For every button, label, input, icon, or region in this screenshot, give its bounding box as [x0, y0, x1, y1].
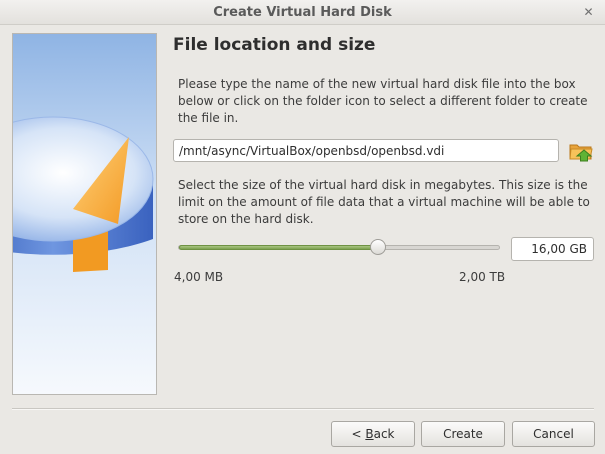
size-value-input[interactable] [511, 237, 594, 261]
back-mnemonic: B [365, 427, 374, 441]
file-path-input[interactable] [173, 139, 559, 162]
hard-disk-illustration [13, 116, 154, 272]
slider-track [178, 245, 500, 250]
button-divider [12, 408, 594, 410]
wizard-side-image [12, 33, 157, 395]
window-title: Create Virtual Hard Disk [213, 5, 392, 20]
location-description: Please type the name of the new virtual … [178, 77, 588, 125]
size-description: Select the size of the virtual hard disk… [178, 178, 590, 226]
size-min-label: 4,00 MB [174, 270, 224, 284]
close-icon[interactable]: ✕ [581, 5, 596, 20]
page-title: File location and size [173, 35, 376, 55]
cancel-button[interactable]: Cancel [512, 421, 595, 447]
size-max-label: 2,00 TB [459, 270, 506, 284]
slider-fill [179, 245, 379, 250]
slider-handle[interactable] [370, 239, 386, 255]
folder-open-icon[interactable] [568, 139, 594, 163]
back-button[interactable]: < Back [331, 421, 415, 447]
back-prefix: < [351, 427, 366, 441]
size-slider[interactable] [176, 239, 502, 255]
title-bar: Create Virtual Hard Disk ✕ [0, 0, 605, 25]
back-rest: ack [373, 427, 395, 441]
create-button[interactable]: Create [421, 421, 505, 447]
